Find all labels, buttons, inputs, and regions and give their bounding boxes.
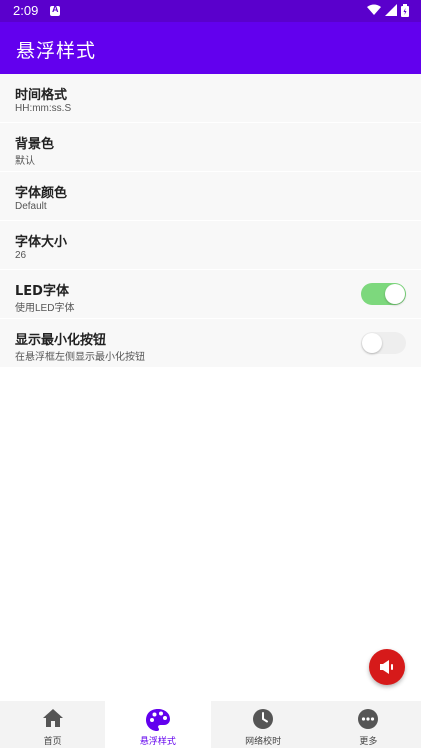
setting-value: 在悬浮框左侧显示最小化按钮 bbox=[15, 352, 145, 363]
home-icon bbox=[42, 709, 63, 727]
battery-icon bbox=[401, 4, 409, 17]
more-icon bbox=[358, 709, 379, 729]
setting-led-font[interactable]: LED字体 使用LED字体 bbox=[0, 270, 421, 319]
setting-show-minimize-button[interactable]: 显示最小化按钮 在悬浮框左侧显示最小化按钮 bbox=[0, 319, 421, 368]
setting-background-color[interactable]: 背景色 默认 bbox=[0, 123, 421, 172]
page-title: 悬浮样式 bbox=[16, 40, 97, 62]
nav-item-float-style[interactable]: 悬浮样式 bbox=[105, 701, 211, 748]
notification-a-icon bbox=[50, 4, 60, 16]
setting-font-color[interactable]: 字体颜色 Default bbox=[0, 172, 421, 221]
status-icons bbox=[363, 4, 409, 17]
settings-list: 时间格式 HH:mm:ss.S 背景色 默认 字体颜色 Default 字体大小… bbox=[0, 74, 421, 368]
setting-title: 字体大小 bbox=[15, 235, 68, 250]
setting-title: 背景色 bbox=[15, 137, 55, 152]
setting-title: 字体颜色 bbox=[15, 186, 68, 201]
nav-item-network-time[interactable]: 网络校时 bbox=[211, 701, 316, 748]
toggle-knob bbox=[385, 284, 405, 304]
setting-time-format[interactable]: 时间格式 HH:mm:ss.S bbox=[0, 74, 421, 123]
setting-value: 26 bbox=[15, 250, 27, 261]
speaker-icon bbox=[380, 660, 393, 674]
setting-value: 默认 bbox=[15, 156, 35, 167]
palette-icon bbox=[145, 709, 170, 731]
status-bar: 2:09 bbox=[0, 0, 421, 22]
signal-icon bbox=[385, 4, 397, 16]
bottom-nav: 首页 悬浮样式 网络校时 更多 bbox=[0, 701, 421, 748]
setting-value: HH:mm:ss.S bbox=[15, 103, 72, 114]
minimize-button-toggle[interactable] bbox=[361, 332, 406, 354]
toggle-knob bbox=[362, 333, 382, 353]
nav-label: 网络校时 bbox=[245, 737, 282, 747]
speaker-fab-button[interactable] bbox=[369, 649, 405, 685]
setting-title: 显示最小化按钮 bbox=[15, 333, 107, 348]
setting-value: Default bbox=[15, 201, 47, 212]
setting-title: LED字体 bbox=[15, 284, 69, 299]
clock-icon bbox=[253, 709, 274, 729]
nav-item-home[interactable]: 首页 bbox=[0, 701, 105, 748]
nav-item-more[interactable]: 更多 bbox=[316, 701, 421, 748]
setting-title: 时间格式 bbox=[15, 88, 68, 103]
nav-label: 首页 bbox=[43, 737, 62, 747]
nav-label: 悬浮样式 bbox=[139, 737, 176, 747]
led-font-toggle[interactable] bbox=[361, 283, 406, 305]
status-time: 2:09 bbox=[13, 3, 39, 18]
setting-font-size[interactable]: 字体大小 26 bbox=[0, 221, 421, 270]
nav-label: 更多 bbox=[359, 737, 378, 747]
wifi-icon bbox=[367, 4, 381, 15]
app-bar: 悬浮样式 bbox=[0, 22, 421, 74]
setting-value: 使用LED字体 bbox=[15, 303, 75, 314]
